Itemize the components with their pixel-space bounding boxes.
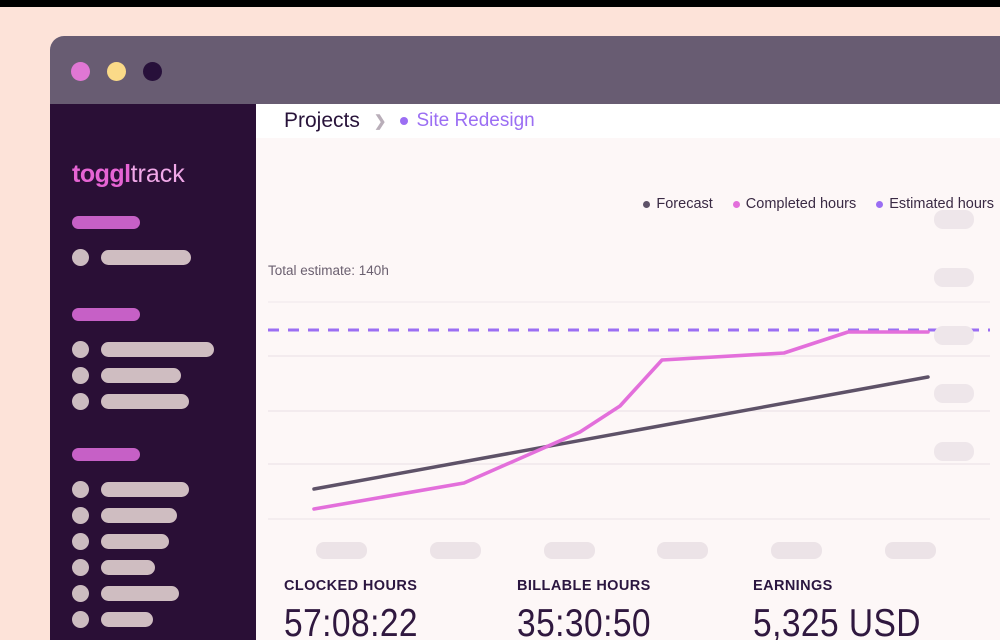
y-axis-label-skeleton — [934, 210, 974, 229]
stat-value-clocked-hours: 57:08:22 — [284, 602, 418, 640]
sidebar-item-icon — [72, 367, 89, 384]
x-axis-label-skeleton — [543, 542, 595, 559]
x-axis-label-skeleton — [657, 542, 709, 559]
legend-dot-completed-hours-icon — [732, 200, 740, 208]
logo-track-text: track — [130, 160, 185, 188]
x-axis-label-skeleton — [316, 542, 367, 559]
sidebar-item-label-skeleton — [101, 250, 191, 265]
sidebar-item-label-skeleton — [101, 508, 177, 523]
breadcrumb: Projects ❯ Site Redesign — [256, 104, 1000, 138]
sidebar-group-2 — [72, 308, 247, 410]
breadcrumb-current-project[interactable]: Site Redesign — [416, 110, 534, 132]
page-root: toggltrack Projects ❯ Site Redesign Fore… — [0, 0, 1000, 640]
sidebar-group-3 — [72, 448, 247, 628]
sidebar-item-icon — [72, 481, 89, 498]
sidebar-group-1 — [72, 216, 247, 266]
x-axis-label-skeleton — [884, 542, 936, 559]
stat-label-earnings: EARNINGS — [753, 578, 833, 594]
sidebar-item-label-skeleton — [101, 482, 189, 497]
sidebar-item-label-skeleton — [101, 586, 179, 601]
stat-earnings: EARNINGS 5,325 USD — [725, 578, 1000, 640]
sidebar-item-icon — [72, 507, 89, 524]
main-content: Projects ❯ Site Redesign Forecast Comple… — [256, 104, 1000, 640]
sidebar-item-label-skeleton — [101, 368, 181, 383]
chart-gridlines — [268, 301, 990, 520]
app-window: toggltrack Projects ❯ Site Redesign Fore… — [50, 36, 1000, 640]
x-axis-label-skeleton — [429, 542, 481, 559]
stat-value-earnings: 5,325 USD — [753, 602, 921, 640]
project-chart-panel: Forecast Completed hours Estimated hours… — [256, 138, 1000, 578]
sidebar-item-label-skeleton — [101, 534, 169, 549]
stat-value-billable-hours: 35:30:50 — [517, 602, 651, 640]
sidebar-item-label-skeleton — [101, 560, 155, 575]
x-axis-label-skeleton — [771, 542, 823, 559]
forecast-series-line — [312, 375, 930, 491]
sidebar-item-icon — [72, 249, 89, 266]
stat-billable-hours: BILLABLE HOURS 35:30:50 — [489, 578, 725, 640]
sidebar-item-4[interactable] — [72, 393, 247, 410]
sidebar-item-icon — [72, 611, 89, 628]
sidebar-item-6[interactable] — [72, 507, 247, 524]
sidebar-item-3[interactable] — [72, 367, 247, 384]
top-black-strip — [0, 0, 1000, 7]
sidebar-item-icon — [72, 559, 89, 576]
y-axis-label-skeleton — [934, 442, 974, 461]
sidebar-item-icon — [72, 585, 89, 602]
traffic-light-group — [71, 62, 162, 81]
minimize-window-button[interactable] — [107, 62, 126, 81]
sidebar-item-icon — [72, 341, 89, 358]
sidebar-item-7[interactable] — [72, 533, 247, 550]
toggl-track-logo[interactable]: toggltrack — [72, 162, 185, 187]
sidebar-group-heading-skeleton — [72, 216, 140, 229]
sidebar-item-8[interactable] — [72, 559, 247, 576]
chart-svg — [268, 301, 990, 520]
sidebar-item-label-skeleton — [101, 612, 153, 627]
window-titlebar — [50, 36, 1000, 104]
maximize-window-button[interactable] — [143, 62, 162, 81]
project-color-dot-icon — [400, 117, 409, 125]
sidebar: toggltrack — [50, 104, 256, 640]
sidebar-group-heading-skeleton — [72, 308, 140, 321]
chart-plot-area — [268, 210, 990, 536]
y-axis-label-skeleton — [934, 326, 974, 345]
sidebar-item-1[interactable] — [72, 249, 247, 266]
sidebar-item-10[interactable] — [72, 611, 247, 628]
chevron-right-icon: ❯ — [373, 113, 387, 130]
chart-y-axis-labels — [932, 210, 974, 536]
breadcrumb-projects-link[interactable]: Projects — [284, 109, 360, 133]
stat-label-billable-hours: BILLABLE HOURS — [517, 578, 651, 594]
sidebar-item-icon — [72, 533, 89, 550]
chart-x-axis-labels — [316, 542, 936, 564]
sidebar-item-5[interactable] — [72, 481, 247, 498]
close-window-button[interactable] — [71, 62, 90, 81]
sidebar-item-2[interactable] — [72, 341, 247, 358]
logo-toggl-text: toggl — [72, 160, 131, 188]
legend-dot-estimated-hours-icon — [876, 200, 884, 208]
sidebar-item-label-skeleton — [101, 394, 189, 409]
sidebar-nav — [72, 216, 247, 637]
legend-dot-forecast-icon — [643, 200, 651, 208]
stat-label-clocked-hours: CLOCKED HOURS — [284, 578, 418, 594]
y-axis-label-skeleton — [934, 384, 974, 403]
sidebar-group-heading-skeleton — [72, 448, 140, 461]
y-axis-label-skeleton — [934, 268, 974, 287]
stat-clocked-hours: CLOCKED HOURS 57:08:22 — [256, 578, 489, 640]
project-stats: CLOCKED HOURS 57:08:22 BILLABLE HOURS 35… — [256, 578, 1000, 640]
sidebar-item-9[interactable] — [72, 585, 247, 602]
sidebar-item-label-skeleton — [101, 342, 214, 357]
sidebar-item-icon — [72, 393, 89, 410]
completed-hours-line — [312, 330, 930, 511]
